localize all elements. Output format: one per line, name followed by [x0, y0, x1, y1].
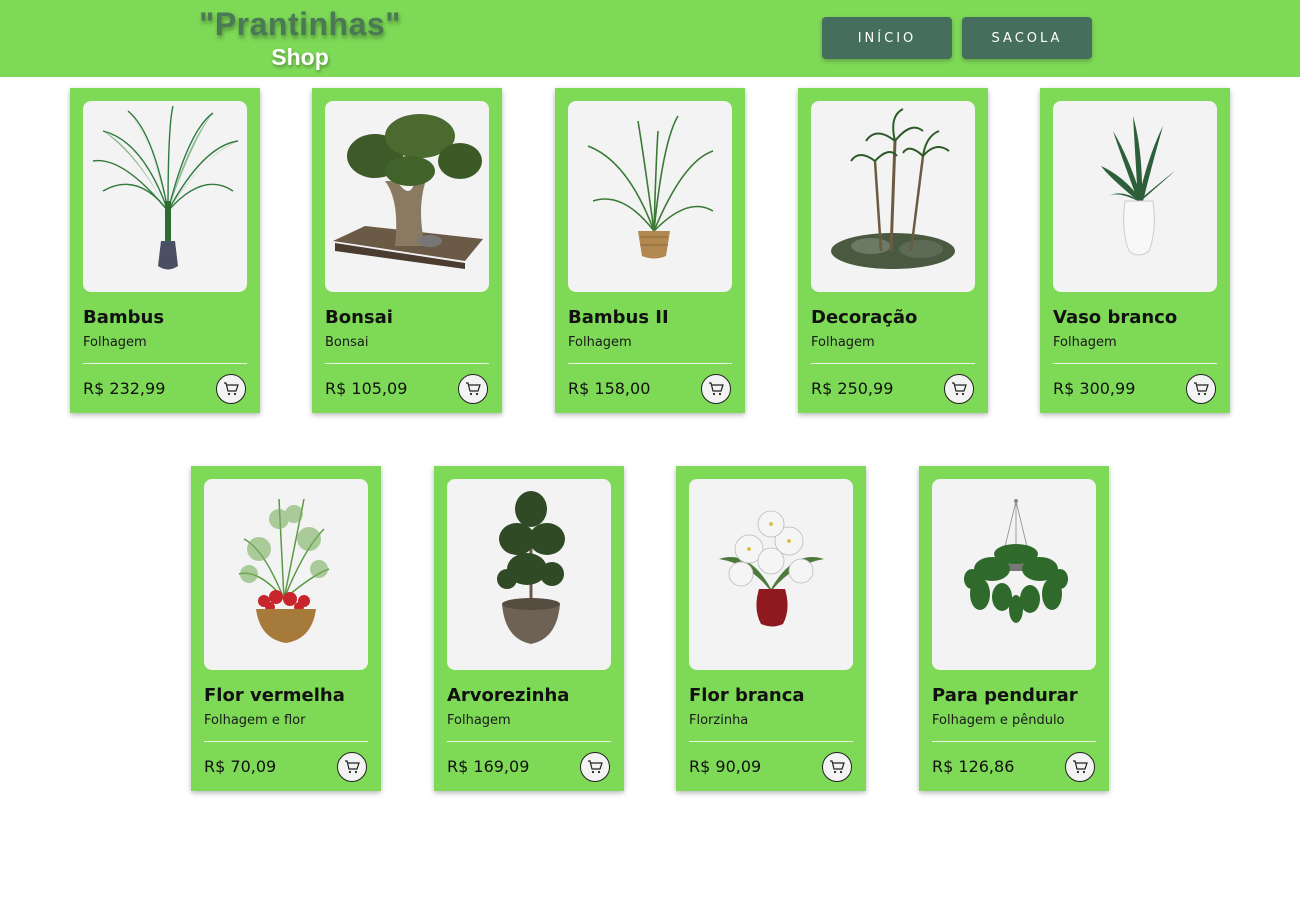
product-category: Florzinha	[689, 713, 749, 728]
nav-sacola-button[interactable]: SACOLA	[962, 17, 1092, 59]
product-image[interactable]	[447, 479, 611, 670]
product-category: Folhagem	[568, 335, 632, 350]
potted-palm-icon	[587, 115, 714, 259]
product-image[interactable]	[568, 101, 732, 292]
add-to-cart-button[interactable]	[337, 752, 367, 782]
product-category: Bonsai	[325, 335, 369, 350]
product-category: Folhagem e flor	[204, 713, 306, 728]
bonsai-tree-icon	[333, 114, 483, 269]
cart-icon	[588, 760, 603, 774]
add-to-cart-button[interactable]	[1065, 752, 1095, 782]
card-divider	[83, 363, 247, 364]
product-image[interactable]	[932, 479, 1096, 670]
card-divider	[932, 741, 1096, 742]
top-header: "Prantinhas" Shop INÍCIO SACOLA	[0, 0, 1300, 77]
cart-icon	[345, 760, 360, 774]
product-name: Bambus II	[568, 307, 669, 328]
add-to-cart-button[interactable]	[822, 752, 852, 782]
nav-inicio-button[interactable]: INÍCIO	[822, 17, 952, 59]
add-to-cart-button[interactable]	[1186, 374, 1216, 404]
product-card[interactable]: Bambus Folhagem R$ 232,99	[70, 88, 260, 413]
logo-title[interactable]: "Prantinhas"	[198, 6, 402, 43]
product-name: Arvorezinha	[447, 685, 570, 706]
product-card[interactable]: Para pendurar Folhagem e pêndulo R$ 126,…	[919, 466, 1109, 791]
product-card[interactable]: Flor branca Florzinha R$ 90,09	[676, 466, 866, 791]
cart-icon	[1073, 760, 1088, 774]
palm-plant-icon	[92, 105, 239, 270]
hanging-plant-icon	[964, 499, 1068, 623]
cart-icon	[709, 382, 724, 396]
product-category: Folhagem	[447, 713, 511, 728]
product-price: R$ 169,09	[447, 757, 530, 776]
product-price: R$ 232,99	[83, 379, 166, 398]
white-lily-vase-icon	[719, 510, 824, 627]
product-price: R$ 300,99	[1053, 379, 1136, 398]
cart-icon	[1194, 382, 1209, 396]
logo-subtitle: Shop	[271, 44, 329, 70]
product-price: R$ 250,99	[811, 379, 894, 398]
cart-icon	[830, 760, 845, 774]
cart-icon	[466, 382, 481, 396]
card-divider	[568, 363, 732, 364]
product-image[interactable]	[204, 479, 368, 670]
product-name: Flor vermelha	[204, 685, 345, 706]
product-category: Folhagem	[83, 335, 147, 350]
product-card[interactable]: Flor vermelha Folhagem e flor R$ 70,09	[191, 466, 381, 791]
add-to-cart-button[interactable]	[580, 752, 610, 782]
add-to-cart-button[interactable]	[701, 374, 731, 404]
cart-icon	[224, 382, 239, 396]
product-card[interactable]: Bambus II Folhagem R$ 158,00	[555, 88, 745, 413]
product-card[interactable]: Vaso branco Folhagem R$ 300,99	[1040, 88, 1230, 413]
product-name: Bonsai	[325, 307, 393, 328]
card-divider	[689, 741, 853, 742]
product-image[interactable]	[689, 479, 853, 670]
product-card[interactable]: Bonsai Bonsai R$ 105,09	[312, 88, 502, 413]
card-divider	[811, 363, 975, 364]
product-category: Folhagem	[811, 335, 875, 350]
product-image[interactable]	[325, 101, 489, 292]
product-name: Decoração	[811, 307, 918, 328]
white-vase-plant-icon	[1101, 116, 1175, 256]
product-card[interactable]: Arvorezinha Folhagem R$ 169,09	[434, 466, 624, 791]
add-to-cart-button[interactable]	[944, 374, 974, 404]
product-name: Para pendurar	[932, 685, 1078, 706]
product-price: R$ 70,09	[204, 757, 277, 776]
card-divider	[204, 741, 368, 742]
cart-icon	[952, 382, 967, 396]
product-price: R$ 126,86	[932, 757, 1015, 776]
card-divider	[325, 363, 489, 364]
product-name: Flor branca	[689, 685, 805, 706]
product-card[interactable]: Decoração Folhagem R$ 250,99	[798, 88, 988, 413]
product-name: Bambus	[83, 307, 165, 328]
product-price: R$ 105,09	[325, 379, 408, 398]
product-category: Folhagem e pêndulo	[932, 713, 1065, 728]
product-image[interactable]	[83, 101, 247, 292]
product-image[interactable]	[1053, 101, 1217, 292]
card-divider	[1053, 363, 1217, 364]
palm-island-icon	[831, 108, 955, 269]
product-price: R$ 90,09	[689, 757, 762, 776]
add-to-cart-button[interactable]	[458, 374, 488, 404]
product-image[interactable]	[811, 101, 975, 292]
add-to-cart-button[interactable]	[216, 374, 246, 404]
red-flower-pot-icon	[238, 498, 330, 643]
product-price: R$ 158,00	[568, 379, 651, 398]
product-category: Folhagem	[1053, 335, 1117, 350]
product-name: Vaso branco	[1053, 307, 1178, 328]
card-divider	[447, 741, 611, 742]
small-tree-pot-icon	[497, 491, 565, 644]
